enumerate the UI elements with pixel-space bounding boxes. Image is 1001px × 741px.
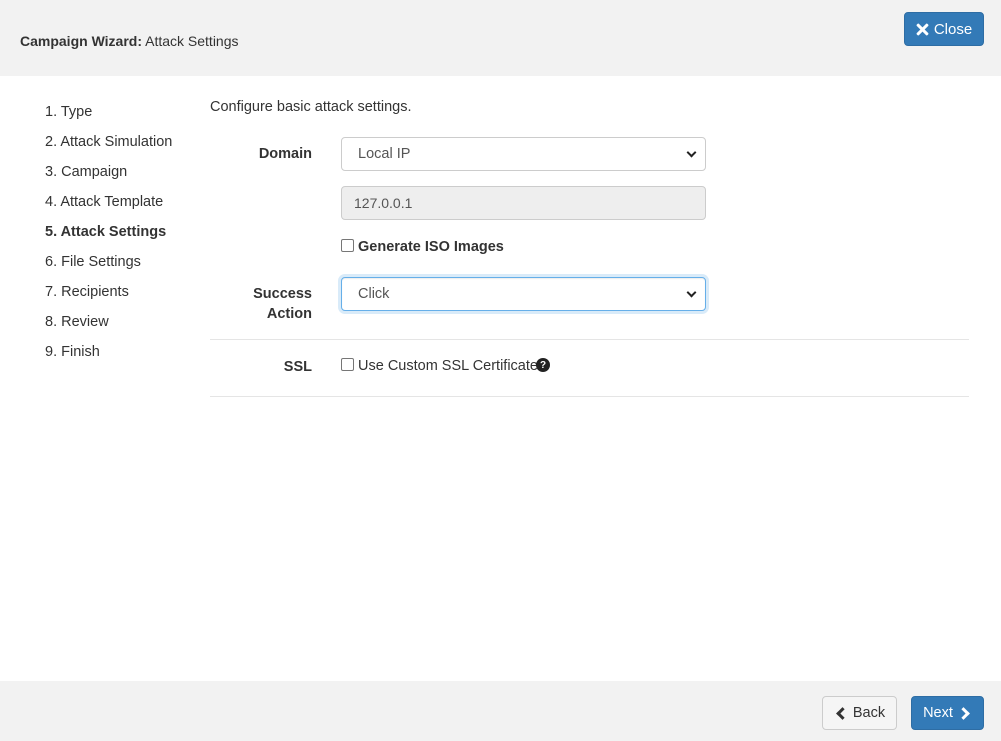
domain-select[interactable]: Local IP <box>341 137 706 171</box>
chevron-right-icon <box>957 706 970 720</box>
page-title-step: Attack Settings <box>142 33 239 49</box>
step-finish[interactable]: 9. Finish <box>45 337 172 367</box>
back-button[interactable]: Back <box>822 696 897 730</box>
form-intro: Configure basic attack settings. <box>210 99 412 115</box>
success-action-label-line1: Success <box>253 286 312 302</box>
step-type[interactable]: 1. Type <box>45 97 172 127</box>
back-button-label: Back <box>852 705 886 721</box>
domain-label: Domain <box>258 146 312 162</box>
success-action-select[interactable]: Click <box>341 277 706 311</box>
ssl-label: SSL <box>283 359 312 375</box>
chevron-left-icon <box>836 706 849 720</box>
step-attack-template[interactable]: 4. Attack Template <box>45 187 172 217</box>
ip-address-field: 127.0.0.1 <box>341 186 706 220</box>
iso-images-checkbox[interactable] <box>341 239 354 252</box>
step-file-settings[interactable]: 6. File Settings <box>45 247 172 277</box>
step-attack-simulation[interactable]: 2. Attack Simulation <box>45 127 172 157</box>
help-icon[interactable]: ? <box>536 358 550 372</box>
success-action-select-value: Click <box>358 286 390 302</box>
page-title-bold: Campaign Wizard: <box>20 33 142 49</box>
step-campaign[interactable]: 3. Campaign <box>45 157 172 187</box>
ssl-certificate-label[interactable]: Use Custom SSL Certificate <box>358 358 538 374</box>
page-title: Campaign Wizard: Attack Settings <box>20 33 239 49</box>
divider <box>210 339 969 340</box>
ssl-certificate-checkbox[interactable] <box>341 358 354 371</box>
step-review[interactable]: 8. Review <box>45 307 172 337</box>
close-button[interactable]: Close <box>904 12 984 46</box>
domain-select-value: Local IP <box>358 146 411 162</box>
wizard-steps: 1. Type 2. Attack Simulation 3. Campaign… <box>45 97 172 367</box>
chevron-down-icon <box>686 287 697 297</box>
chevron-down-icon <box>686 147 697 157</box>
step-recipients[interactable]: 7. Recipients <box>45 277 172 307</box>
wizard-header: Campaign Wizard: Attack Settings Close <box>0 0 1001 76</box>
iso-images-label[interactable]: Generate ISO Images <box>358 239 504 255</box>
success-action-label-line2: Action <box>266 306 312 322</box>
success-action-label: Success Action <box>212 284 312 324</box>
next-button-label: Next <box>923 705 953 721</box>
divider <box>210 396 969 397</box>
ip-address-value: 127.0.0.1 <box>354 195 413 211</box>
close-icon <box>916 23 929 36</box>
step-attack-settings[interactable]: 5. Attack Settings <box>45 217 172 247</box>
close-button-label: Close <box>933 20 973 38</box>
next-button[interactable]: Next <box>911 696 984 730</box>
